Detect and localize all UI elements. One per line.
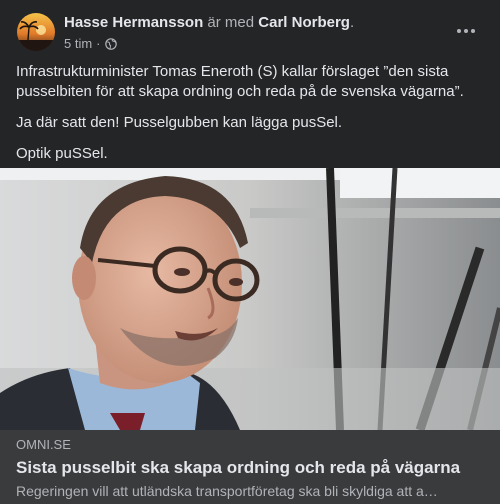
author-name[interactable]: Hasse Hermansson: [64, 14, 203, 31]
feed-post: Hasse Hermansson är med Carl Norberg. 5 …: [0, 0, 500, 504]
post-header: Hasse Hermansson är med Carl Norberg. 5 …: [0, 0, 500, 56]
author-line: Hasse Hermansson är med Carl Norberg.: [64, 14, 354, 31]
author-avatar[interactable]: [17, 13, 55, 51]
post-meta: 5 tim ·: [64, 36, 117, 51]
link-domain: OMNI.SE: [16, 437, 71, 452]
link-preview-image[interactable]: [0, 168, 500, 430]
meta-separator: ·: [96, 36, 101, 51]
post-text: Infrastrukturminister Tomas Eneroth (S) …: [16, 62, 486, 175]
globe-icon: [104, 37, 117, 50]
post-paragraph: Optik puSSel.: [16, 145, 108, 162]
period: .: [349, 14, 355, 31]
more-options-icon[interactable]: [448, 16, 484, 46]
post-paragraph: Ja där satt den! Pusselgubben kan lägga …: [16, 114, 343, 131]
tagged-name[interactable]: Carl Norberg: [258, 14, 350, 31]
link-title[interactable]: Sista pusselbit ska skapa ordning och re…: [16, 458, 460, 478]
post-time[interactable]: 5 tim: [64, 36, 92, 51]
with-text: är med: [207, 14, 255, 31]
link-description: Regeringen vill att utländska transportf…: [16, 483, 438, 499]
link-preview-box[interactable]: OMNI.SE Sista pusselbit ska skapa ordnin…: [0, 430, 500, 504]
post-paragraph: Infrastrukturminister Tomas Eneroth (S) …: [16, 63, 464, 100]
